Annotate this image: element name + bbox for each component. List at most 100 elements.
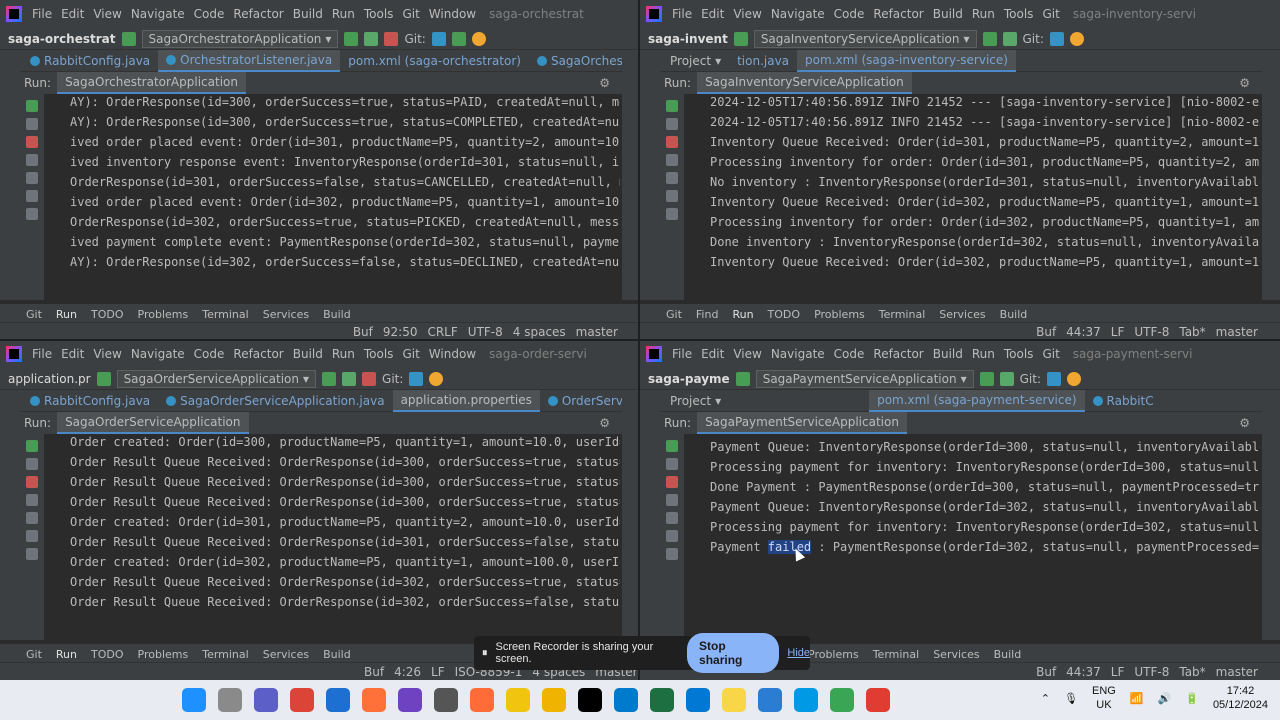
stop-icon[interactable]: [384, 31, 399, 46]
microphone-icon[interactable]: 🎙: [1064, 692, 1078, 705]
menu-git[interactable]: Git: [402, 347, 419, 361]
run-config-select[interactable]: SagaOrchestratorApplication ▾: [141, 29, 339, 48]
tool-terminal[interactable]: Terminal: [873, 648, 920, 661]
tab-application[interactable]: tion.java: [729, 50, 797, 72]
menu-edit[interactable]: Edit: [701, 347, 724, 361]
debug-icon[interactable]: [1002, 31, 1017, 46]
stop-sharing-button[interactable]: Stop sharing: [687, 633, 780, 673]
tool-todo[interactable]: TODO: [91, 648, 124, 661]
tool-build[interactable]: Build: [994, 648, 1022, 661]
status-buf[interactable]: Buf: [1036, 665, 1056, 679]
restore-layout-icon[interactable]: [26, 154, 38, 166]
tab-rabbitconfig[interactable]: RabbitC: [1085, 390, 1162, 412]
menu-navigate[interactable]: Navigate: [771, 7, 825, 21]
tool-terminal[interactable]: Terminal: [879, 308, 926, 321]
tab-pom[interactable]: pom.xml (saga-payment-service): [869, 389, 1085, 412]
run-tab[interactable]: SagaOrchestratorApplication: [57, 72, 246, 94]
tab-pom[interactable]: pom.xml (saga-inventory-service): [797, 49, 1016, 72]
tool-todo[interactable]: TODO: [768, 308, 801, 321]
stop-icon[interactable]: [362, 371, 377, 386]
debug-icon[interactable]: [342, 371, 357, 386]
run-tab[interactable]: SagaPaymentServiceApplication: [697, 412, 907, 434]
task-view-icon[interactable]: [218, 688, 242, 712]
debug-icon[interactable]: [999, 371, 1014, 386]
run-config-select[interactable]: SagaOrderServiceApplication ▾: [116, 369, 317, 388]
rerun-icon[interactable]: [982, 31, 997, 46]
status-line-sep[interactable]: LF: [431, 665, 445, 679]
tool-run[interactable]: Run: [56, 308, 77, 321]
gear-icon[interactable]: ⚙: [1239, 76, 1250, 90]
menu-view[interactable]: View: [733, 347, 761, 361]
gear-icon[interactable]: ⚙: [599, 416, 610, 430]
app-icon[interactable]: [434, 688, 458, 712]
gear-icon[interactable]: ⚙: [1239, 416, 1250, 430]
tab-sagaorderserviceapplication[interactable]: SagaOrderServiceApplication.java: [158, 390, 392, 412]
postman-icon[interactable]: [470, 688, 494, 712]
exit-icon[interactable]: [26, 530, 38, 542]
tab-rabbitconfig[interactable]: RabbitConfig.java: [22, 390, 158, 412]
menu-refactor[interactable]: Refactor: [233, 347, 283, 361]
app-icon[interactable]: [830, 688, 854, 712]
status-encoding[interactable]: UTF-8: [468, 325, 503, 339]
gear-icon[interactable]: ⚙: [599, 76, 610, 90]
tab-pom[interactable]: pom.xml (saga-orchestrator): [340, 50, 529, 72]
pin-icon[interactable]: [666, 548, 678, 560]
run-config-select[interactable]: SagaInventoryServiceApplication ▾: [753, 29, 977, 48]
intellij-icon[interactable]: [578, 688, 602, 712]
menu-view[interactable]: View: [93, 347, 121, 361]
clock[interactable]: 17:42 05/12/2024: [1213, 684, 1268, 712]
status-indent[interactable]: Tab*: [1179, 665, 1205, 679]
volume-icon[interactable]: 🔊: [1158, 692, 1172, 705]
camera-icon[interactable]: [666, 512, 678, 524]
stop-icon[interactable]: [26, 136, 38, 148]
restore-layout-icon[interactable]: [666, 494, 678, 506]
menu-tools[interactable]: Tools: [364, 7, 394, 21]
menu-file[interactable]: File: [672, 7, 692, 21]
tab-orchestratorlistener[interactable]: OrchestratorListener.java: [158, 49, 341, 72]
run-tab[interactable]: SagaInventoryServiceApplication: [697, 72, 912, 94]
menu-refactor[interactable]: Refactor: [873, 347, 923, 361]
tool-git[interactable]: Git: [666, 308, 682, 321]
menu-refactor[interactable]: Refactor: [873, 7, 923, 21]
tool-todo[interactable]: TODO: [91, 308, 124, 321]
status-buf[interactable]: Buf: [353, 325, 373, 339]
wifi-icon[interactable]: 📶: [1130, 692, 1144, 705]
menu-refactor[interactable]: Refactor: [233, 7, 283, 21]
menu-run[interactable]: Run: [332, 7, 355, 21]
menu-file[interactable]: File: [32, 7, 52, 21]
exit-icon[interactable]: [26, 190, 38, 202]
stop-icon[interactable]: [26, 476, 38, 488]
wrench-icon[interactable]: [26, 458, 38, 470]
status-line-sep[interactable]: LF: [1111, 325, 1125, 339]
run-config-select[interactable]: SagaPaymentServiceApplication ▾: [755, 369, 974, 388]
tool-git[interactable]: Git: [26, 648, 42, 661]
camera-icon[interactable]: [26, 512, 38, 524]
git-update-icon[interactable]: [409, 371, 424, 386]
firefox-icon[interactable]: [362, 688, 386, 712]
tool-run[interactable]: Run: [56, 648, 77, 661]
tool-terminal[interactable]: Terminal: [202, 308, 249, 321]
wrench-icon[interactable]: [26, 118, 38, 130]
tool-find[interactable]: Find: [696, 308, 719, 321]
menu-navigate[interactable]: Navigate: [131, 347, 185, 361]
status-buf[interactable]: Buf: [1036, 325, 1056, 339]
camera-icon[interactable]: [666, 172, 678, 184]
tab-rabbitconfig[interactable]: RabbitConfig.java: [22, 50, 158, 72]
project-dropdown[interactable]: Project ▾: [662, 50, 729, 72]
tool-problems[interactable]: Problems: [808, 648, 859, 661]
stop-icon[interactable]: [666, 136, 678, 148]
stop-icon[interactable]: [666, 476, 678, 488]
docker-icon[interactable]: [794, 688, 818, 712]
git-update-icon[interactable]: [431, 31, 446, 46]
app-icon[interactable]: [398, 688, 422, 712]
selected-text[interactable]: failed: [767, 540, 812, 554]
run-tab[interactable]: SagaOrderServiceApplication: [57, 412, 249, 434]
status-buf[interactable]: Buf: [364, 665, 384, 679]
update-icon[interactable]: [429, 371, 444, 386]
menu-tools[interactable]: Tools: [1004, 347, 1034, 361]
edge-icon[interactable]: [326, 688, 350, 712]
azure-icon[interactable]: [686, 688, 710, 712]
tool-build[interactable]: Build: [323, 308, 351, 321]
tool-build[interactable]: Build: [323, 648, 351, 661]
menu-file[interactable]: File: [672, 347, 692, 361]
